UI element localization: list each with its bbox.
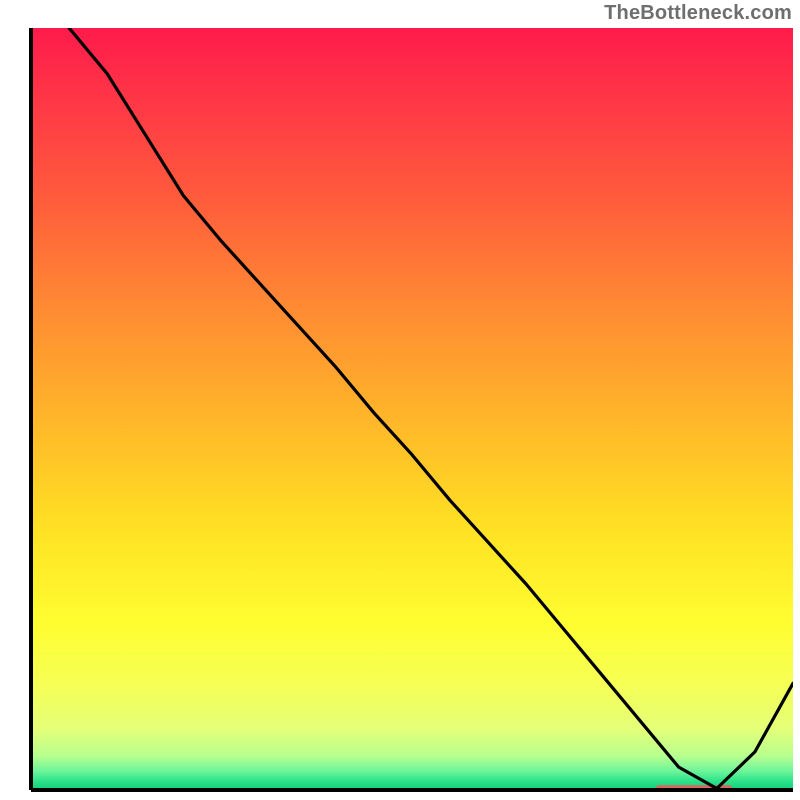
chart-svg (0, 0, 800, 800)
watermark-label: TheBottleneck.com (604, 2, 792, 25)
plot-background (31, 28, 793, 790)
bottleneck-chart: TheBottleneck.com (0, 0, 800, 800)
